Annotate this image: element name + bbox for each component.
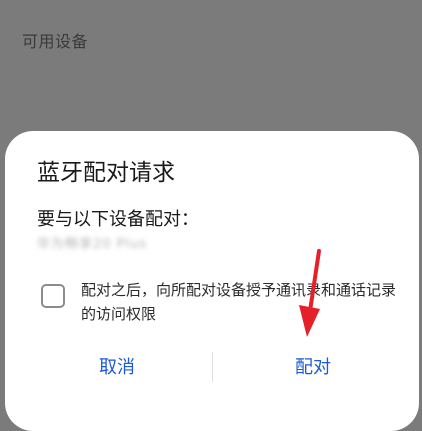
button-divider: [212, 352, 213, 382]
available-devices-header: 可用设备: [22, 32, 89, 51]
red-arrow-annotation-icon: [299, 249, 321, 337]
bluetooth-pairing-dialog: 蓝牙配对请求 要与以下设备配对： 华为畅享20 Plus 配对之后，向所配对设备…: [5, 131, 419, 431]
device-name: 华为畅享20 Plus: [37, 237, 148, 252]
share-contacts-label[interactable]: 配对之后，向所配对设备授予通讯录和通话记录的访问权限: [81, 278, 397, 326]
pair-button[interactable]: 配对: [243, 353, 383, 383]
dialog-title: 蓝牙配对请求: [37, 160, 175, 186]
pairing-prompt: 要与以下设备配对：: [37, 209, 199, 230]
share-contacts-checkbox[interactable]: [41, 284, 65, 308]
cancel-button[interactable]: 取消: [47, 353, 187, 383]
